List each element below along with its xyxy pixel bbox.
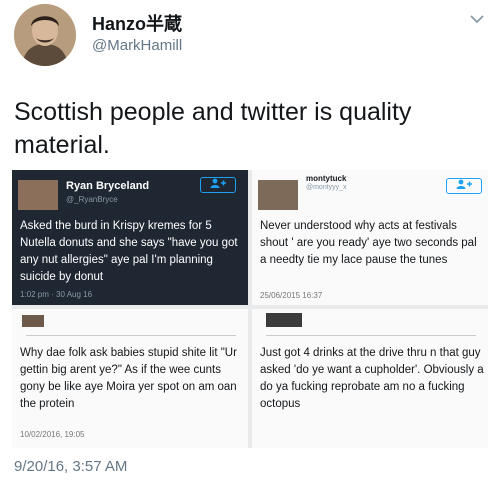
embedded-avatar — [18, 180, 58, 210]
embedded-tweet-card: Ryan Bryceland @_RyanBryce Asked the bur… — [12, 170, 248, 305]
embedded-tweet-card: Just got 4 drinks at the drive thru n th… — [252, 309, 488, 448]
chevron-down-icon[interactable] — [470, 14, 484, 24]
embedded-author-handle: @montyyy_x — [306, 184, 347, 191]
embedded-tweet-text: Just got 4 drinks at the drive thru n th… — [260, 347, 484, 410]
embedded-tweet-card: montytuck @montyyy_x Never understood wh… — [252, 170, 488, 305]
divider — [26, 335, 236, 336]
embedded-tweet-text: Asked the burd in Krispy kremes for 5 Nu… — [20, 220, 238, 283]
follow-user-icon — [210, 178, 226, 188]
follow-button — [446, 178, 482, 194]
avatar-image — [14, 4, 76, 66]
embedded-author-name: montytuck — [306, 174, 347, 183]
profile-avatar[interactable] — [14, 4, 76, 66]
follow-button — [200, 177, 236, 193]
embedded-author-handle: @_RyanBryce — [66, 195, 118, 204]
tweet-text: Scottish people and twitter is quality m… — [14, 98, 412, 159]
tweet-header: Hanzo半蔵 @MarkHamill — [0, 0, 500, 80]
author-display-name[interactable]: Hanzo半蔵 — [92, 10, 182, 36]
embedded-tweet-time: 10/02/2016, 19:05 — [20, 430, 85, 439]
embedded-author-name: Ryan Bryceland — [66, 180, 150, 192]
embedded-avatar — [22, 315, 44, 327]
embedded-avatar — [266, 313, 302, 327]
embedded-image-collage[interactable]: Ryan Bryceland @_RyanBryce Asked the bur… — [12, 170, 488, 448]
embedded-avatar — [258, 180, 298, 210]
follow-user-icon — [456, 179, 472, 189]
embedded-tweet-card: Why dae folk ask babies stupid shite lit… — [12, 309, 248, 448]
embedded-tweet-time: 25/06/2015 16:37 — [260, 291, 323, 300]
divider — [266, 335, 476, 336]
author-handle[interactable]: @MarkHamill — [92, 37, 182, 54]
tweet-timestamp[interactable]: 9/20/16, 3:57 AM — [14, 458, 127, 475]
embedded-tweet-text: Why dae folk ask babies stupid shite lit… — [20, 347, 237, 410]
embedded-tweet-time: 1:02 pm · 30 Aug 16 — [20, 290, 93, 299]
embedded-tweet-text: Never understood why acts at festivals s… — [260, 220, 477, 266]
